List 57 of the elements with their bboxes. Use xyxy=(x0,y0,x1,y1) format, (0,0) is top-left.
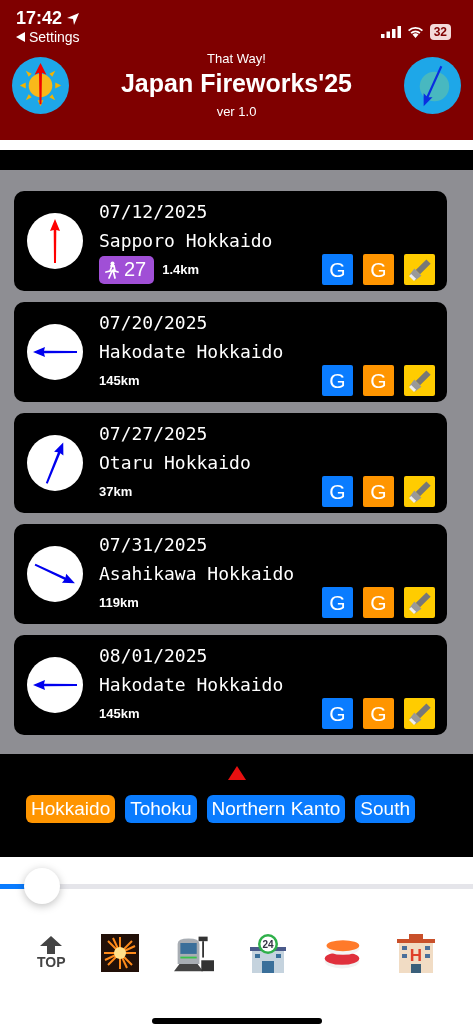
signal-icon xyxy=(380,26,401,38)
app-subtitle: That Way! xyxy=(207,51,266,66)
map-button[interactable]: G xyxy=(322,254,353,286)
event-card[interactable]: 07/20/2025 Hakodate Hokkaido 145km G G xyxy=(14,301,447,402)
flashlight-button[interactable] xyxy=(404,254,435,286)
wifi-icon xyxy=(406,26,424,38)
map-button[interactable]: G xyxy=(363,365,394,397)
event-location: Hakodate Hokkaido xyxy=(99,672,285,697)
event-date: 07/31/2025 xyxy=(99,532,209,557)
event-card[interactable]: 08/01/2025 Hakodate Hokkaido 145km G G xyxy=(14,634,447,735)
app-title: Japan Fireworks'25 xyxy=(120,69,353,98)
flashlight-button[interactable] xyxy=(404,587,435,619)
event-location: Hakodate Hokkaido xyxy=(99,339,285,364)
event-location: Asahikawa Hokkaido xyxy=(99,561,296,586)
battery-indicator: 32 xyxy=(429,24,451,40)
map-button[interactable]: G xyxy=(363,254,394,286)
version-label: ver 1.0 xyxy=(216,104,257,119)
event-location: Otaru Hokkaido xyxy=(99,450,252,475)
region-tab[interactable]: Northern Kanto xyxy=(206,795,346,824)
event-card[interactable]: 07/31/2025 Asahikawa Hokkaido 119km G G xyxy=(14,523,447,624)
event-card[interactable]: 07/27/2025 Otaru Hokkaido 37km G G xyxy=(14,412,447,513)
map-button[interactable]: G xyxy=(322,476,353,508)
location-icon xyxy=(66,11,81,26)
event-date: 07/12/2025 xyxy=(99,199,209,224)
back-link[interactable]: Settings xyxy=(16,29,80,45)
map-button[interactable]: G xyxy=(322,587,353,619)
fireworks-icon[interactable] xyxy=(99,932,140,973)
top-button[interactable]: TOP xyxy=(37,935,66,970)
distance-label: 1.4km xyxy=(162,262,200,278)
slider-thumb[interactable] xyxy=(23,867,60,904)
flashlight-button[interactable] xyxy=(404,365,435,397)
walk-time-badge: 27 xyxy=(99,255,155,284)
map-button[interactable]: G xyxy=(363,587,394,619)
sun-compass-icon[interactable] xyxy=(12,56,69,114)
distance-label: 145km xyxy=(99,373,140,389)
map-button[interactable]: G xyxy=(363,698,394,730)
region-tab[interactable]: South xyxy=(355,795,415,824)
distance-label: 37km xyxy=(99,484,133,500)
region-tab[interactable]: Hokkaido xyxy=(26,795,116,824)
pointer-triangle-icon xyxy=(227,766,246,781)
flashlight-button[interactable] xyxy=(404,698,435,730)
event-date: 08/01/2025 xyxy=(99,643,209,668)
region-tab[interactable]: Tohoku xyxy=(125,795,197,824)
globe-compass-icon[interactable] xyxy=(404,56,461,114)
map-button[interactable]: G xyxy=(322,365,353,397)
event-location: Sapporo Hokkaido xyxy=(99,228,274,253)
event-date: 07/27/2025 xyxy=(99,421,209,446)
convenience-store-button[interactable]: 24 xyxy=(247,932,288,973)
distance-label: 119km xyxy=(99,595,139,611)
event-card[interactable]: 07/12/2025 Sapporo Hokkaido 27 1.4km G G xyxy=(14,190,447,291)
distance-label: 145km xyxy=(99,706,140,722)
clock-time: 17:42 xyxy=(16,8,63,29)
back-triangle-icon xyxy=(16,32,25,42)
flashlight-button[interactable] xyxy=(404,476,435,508)
map-button[interactable]: G xyxy=(322,698,353,730)
map-button[interactable]: G xyxy=(363,476,394,508)
event-date: 07/20/2025 xyxy=(99,310,209,335)
